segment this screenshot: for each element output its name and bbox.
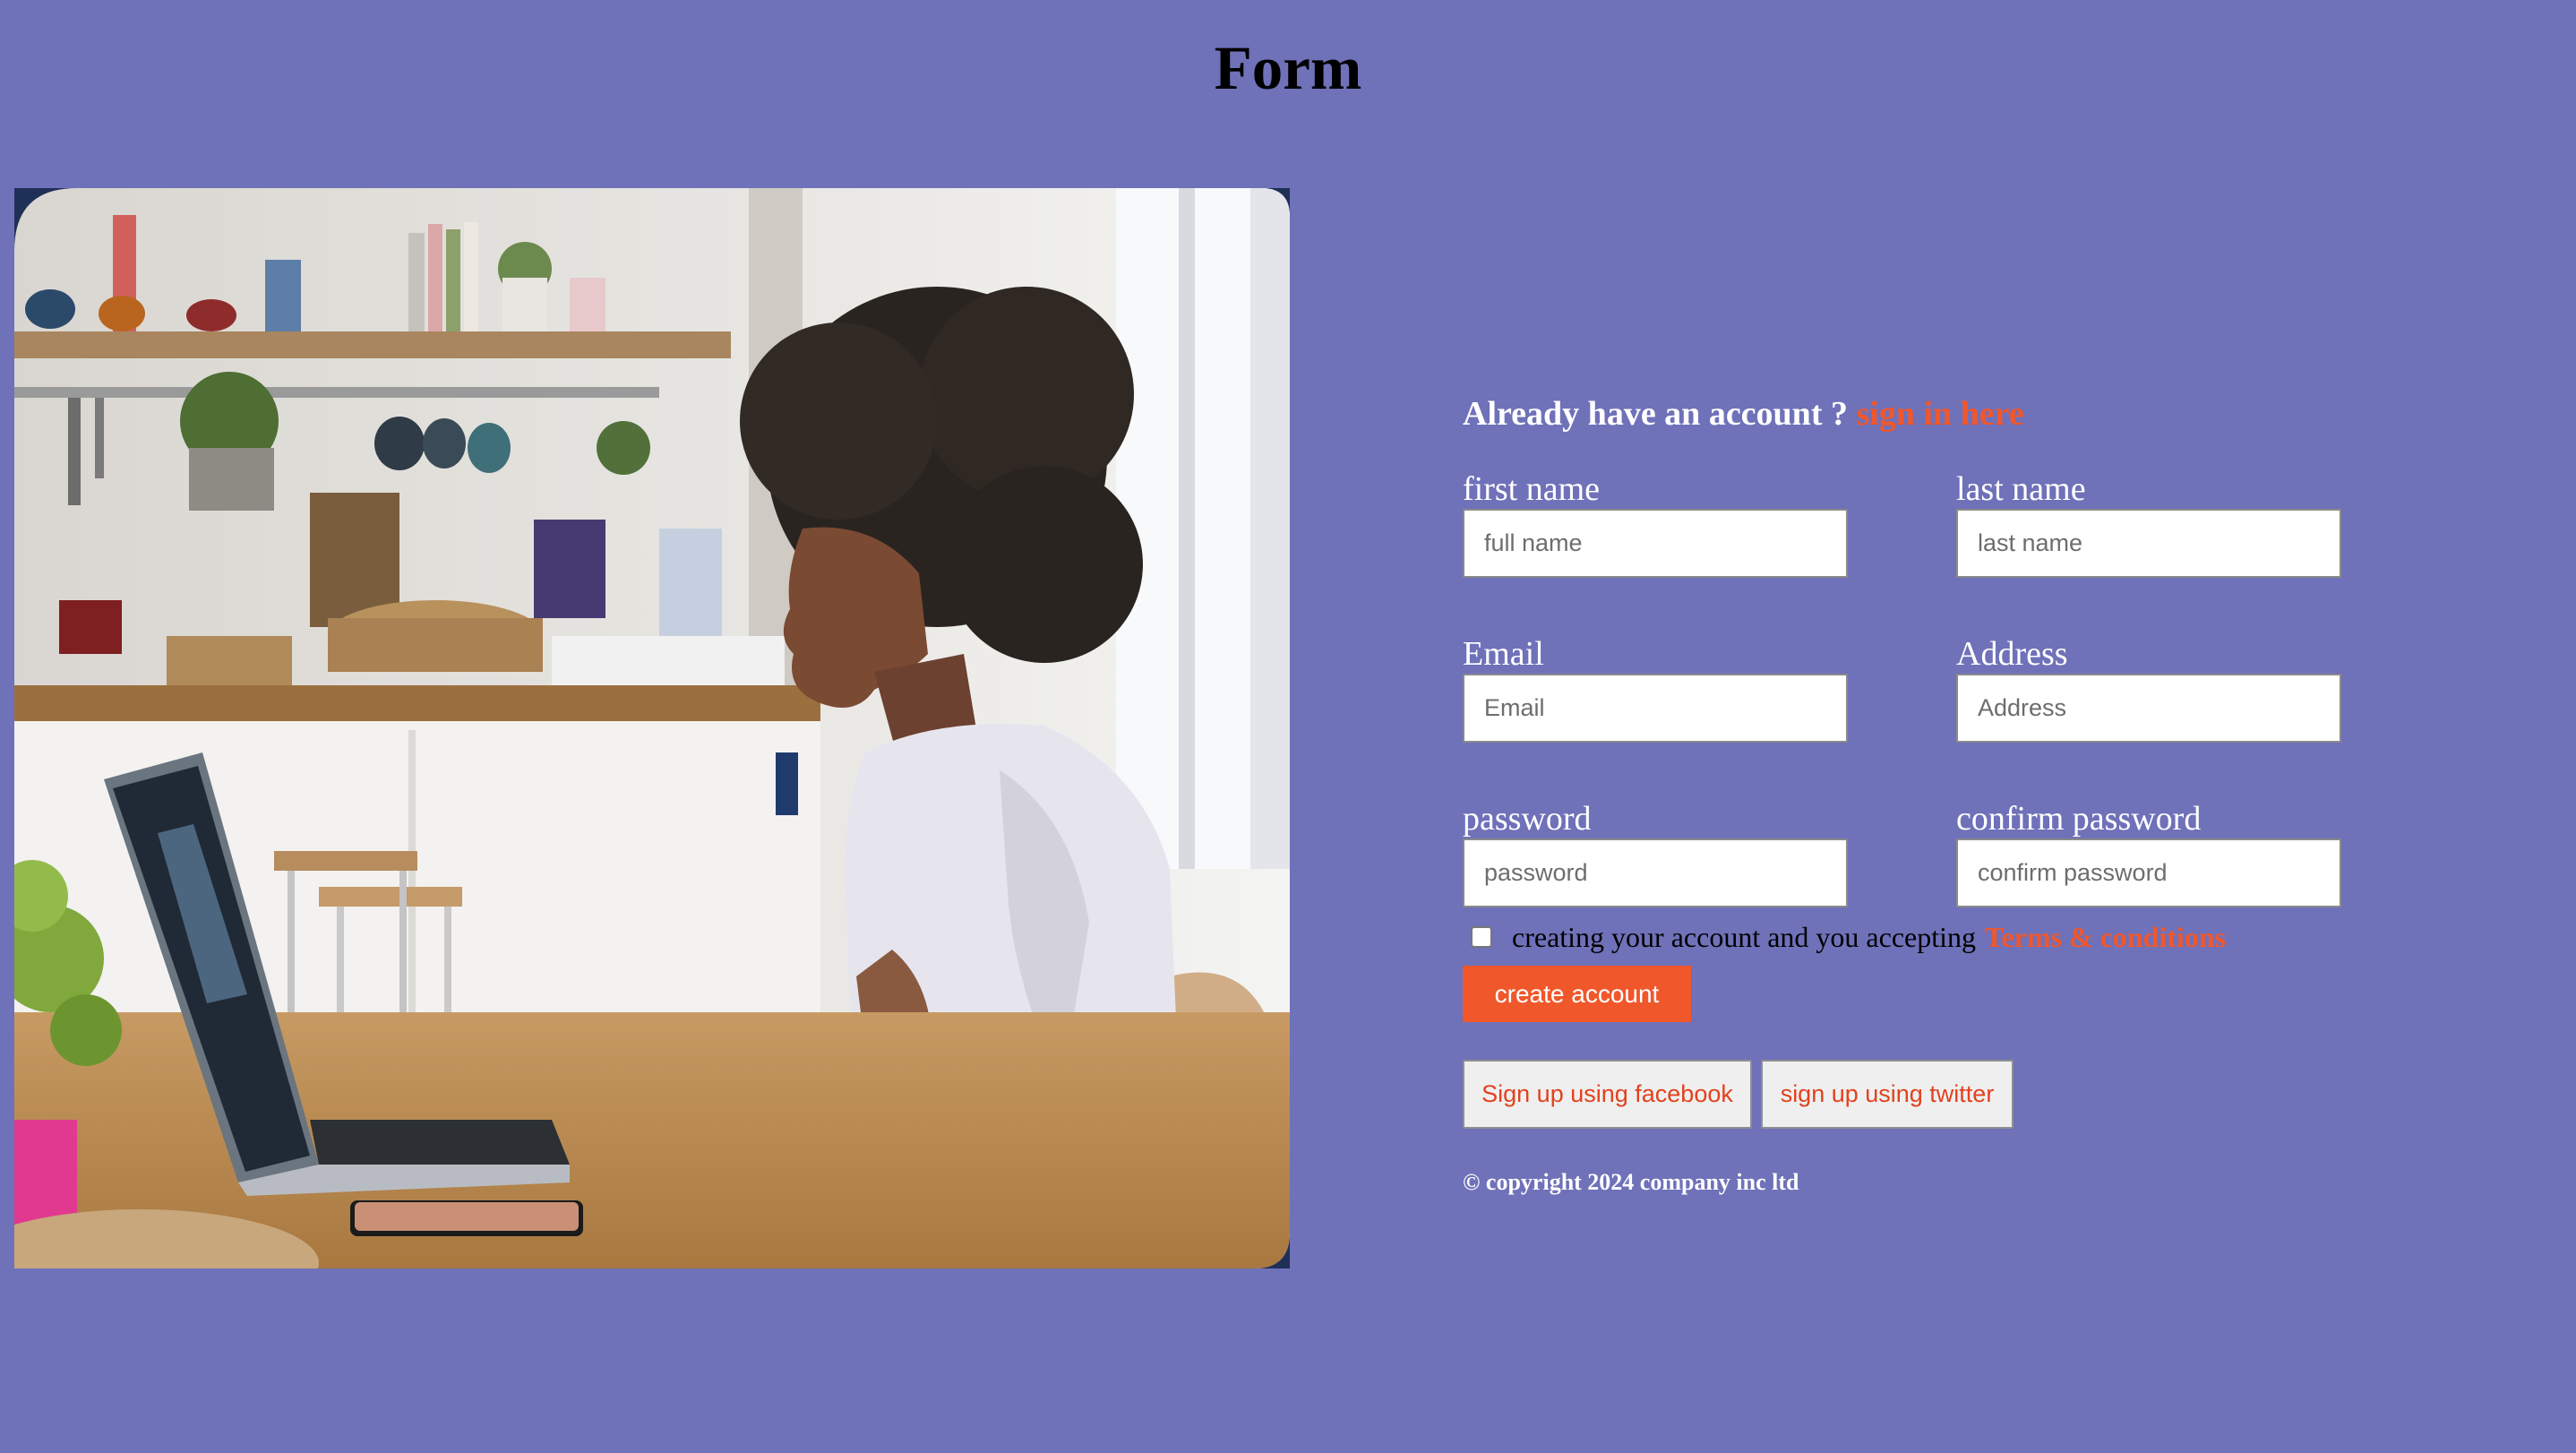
email-group: Email — [1463, 634, 1848, 743]
address-group: Address — [1956, 634, 2341, 743]
first-name-label: first name — [1463, 470, 1601, 508]
terms-checkbox[interactable] — [1471, 926, 1492, 948]
password-label: password — [1463, 800, 1592, 838]
signin-prompt-text: Already have an account ? — [1463, 395, 1848, 433]
hero-photo-woman-at-laptop — [14, 188, 1290, 1268]
first-name-input[interactable] — [1463, 509, 1848, 578]
last-name-group: last name — [1956, 469, 2341, 578]
signin-link[interactable]: sign in here — [1856, 395, 2023, 433]
confirm-password-input[interactable] — [1956, 838, 2341, 907]
address-label: Address — [1956, 635, 2068, 673]
address-input[interactable] — [1956, 674, 2341, 743]
create-account-button[interactable]: create account — [1463, 966, 1691, 1022]
copyright-text: © copyright 2024 company inc ltd — [1463, 1169, 1799, 1195]
facebook-signup-button[interactable]: Sign up using facebook — [1463, 1060, 1752, 1129]
signin-prompt: Already have an account ? sign in here — [1463, 387, 2024, 441]
password-group: password — [1463, 799, 1848, 907]
email-label: Email — [1463, 635, 1544, 673]
terms-row: creating your account and you accepting … — [1471, 917, 2226, 957]
email-input[interactable] — [1463, 674, 1848, 743]
twitter-signup-button[interactable]: sign up using twitter — [1761, 1060, 2014, 1129]
password-input[interactable] — [1463, 838, 1848, 907]
terms-link[interactable]: Terms & conditions — [1985, 917, 2226, 957]
last-name-input[interactable] — [1956, 509, 2341, 578]
confirm-password-label: confirm password — [1956, 800, 2202, 838]
terms-text: creating your account and you accepting — [1512, 921, 1976, 953]
first-name-group: first name — [1463, 469, 1848, 578]
page-title: Form — [1214, 34, 1362, 102]
last-name-label: last name — [1956, 470, 2086, 508]
confirm-password-group: confirm password — [1956, 799, 2341, 907]
